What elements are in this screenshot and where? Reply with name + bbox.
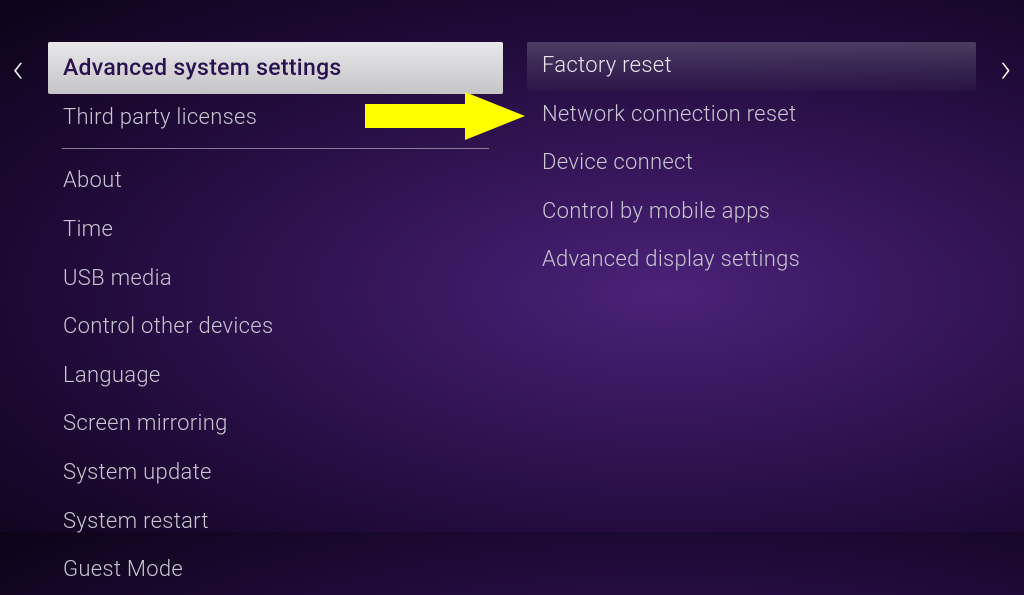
- right-menu: Factory reset Network connection reset D…: [503, 42, 976, 595]
- menu-item-system-restart[interactable]: System restart: [48, 498, 503, 547]
- menu-item-about[interactable]: About: [48, 157, 503, 206]
- menu-item-third-party-licenses[interactable]: Third party licenses: [48, 94, 503, 143]
- settings-columns: Advanced system settings Third party lic…: [0, 0, 1024, 595]
- menu-divider: [62, 148, 489, 149]
- nav-left-arrow[interactable]: ‹: [12, 48, 24, 90]
- left-menu: Advanced system settings Third party lic…: [48, 42, 503, 595]
- menu-item-guest-mode[interactable]: Guest Mode: [48, 546, 503, 595]
- menu-item-advanced-system-settings[interactable]: Advanced system settings: [48, 42, 503, 94]
- menu-item-system-update[interactable]: System update: [48, 449, 503, 498]
- menu-item-language[interactable]: Language: [48, 352, 503, 401]
- submenu-item-control-by-mobile-apps[interactable]: Control by mobile apps: [527, 188, 976, 237]
- submenu-item-network-connection-reset[interactable]: Network connection reset: [527, 91, 976, 140]
- menu-item-screen-mirroring[interactable]: Screen mirroring: [48, 400, 503, 449]
- submenu-item-device-connect[interactable]: Device connect: [527, 139, 976, 188]
- menu-item-usb-media[interactable]: USB media: [48, 255, 503, 304]
- menu-item-time[interactable]: Time: [48, 206, 503, 255]
- menu-item-control-other-devices[interactable]: Control other devices: [48, 303, 503, 352]
- submenu-item-advanced-display-settings[interactable]: Advanced display settings: [527, 236, 976, 285]
- nav-right-arrow[interactable]: ›: [1000, 48, 1012, 90]
- submenu-item-factory-reset[interactable]: Factory reset: [527, 42, 976, 91]
